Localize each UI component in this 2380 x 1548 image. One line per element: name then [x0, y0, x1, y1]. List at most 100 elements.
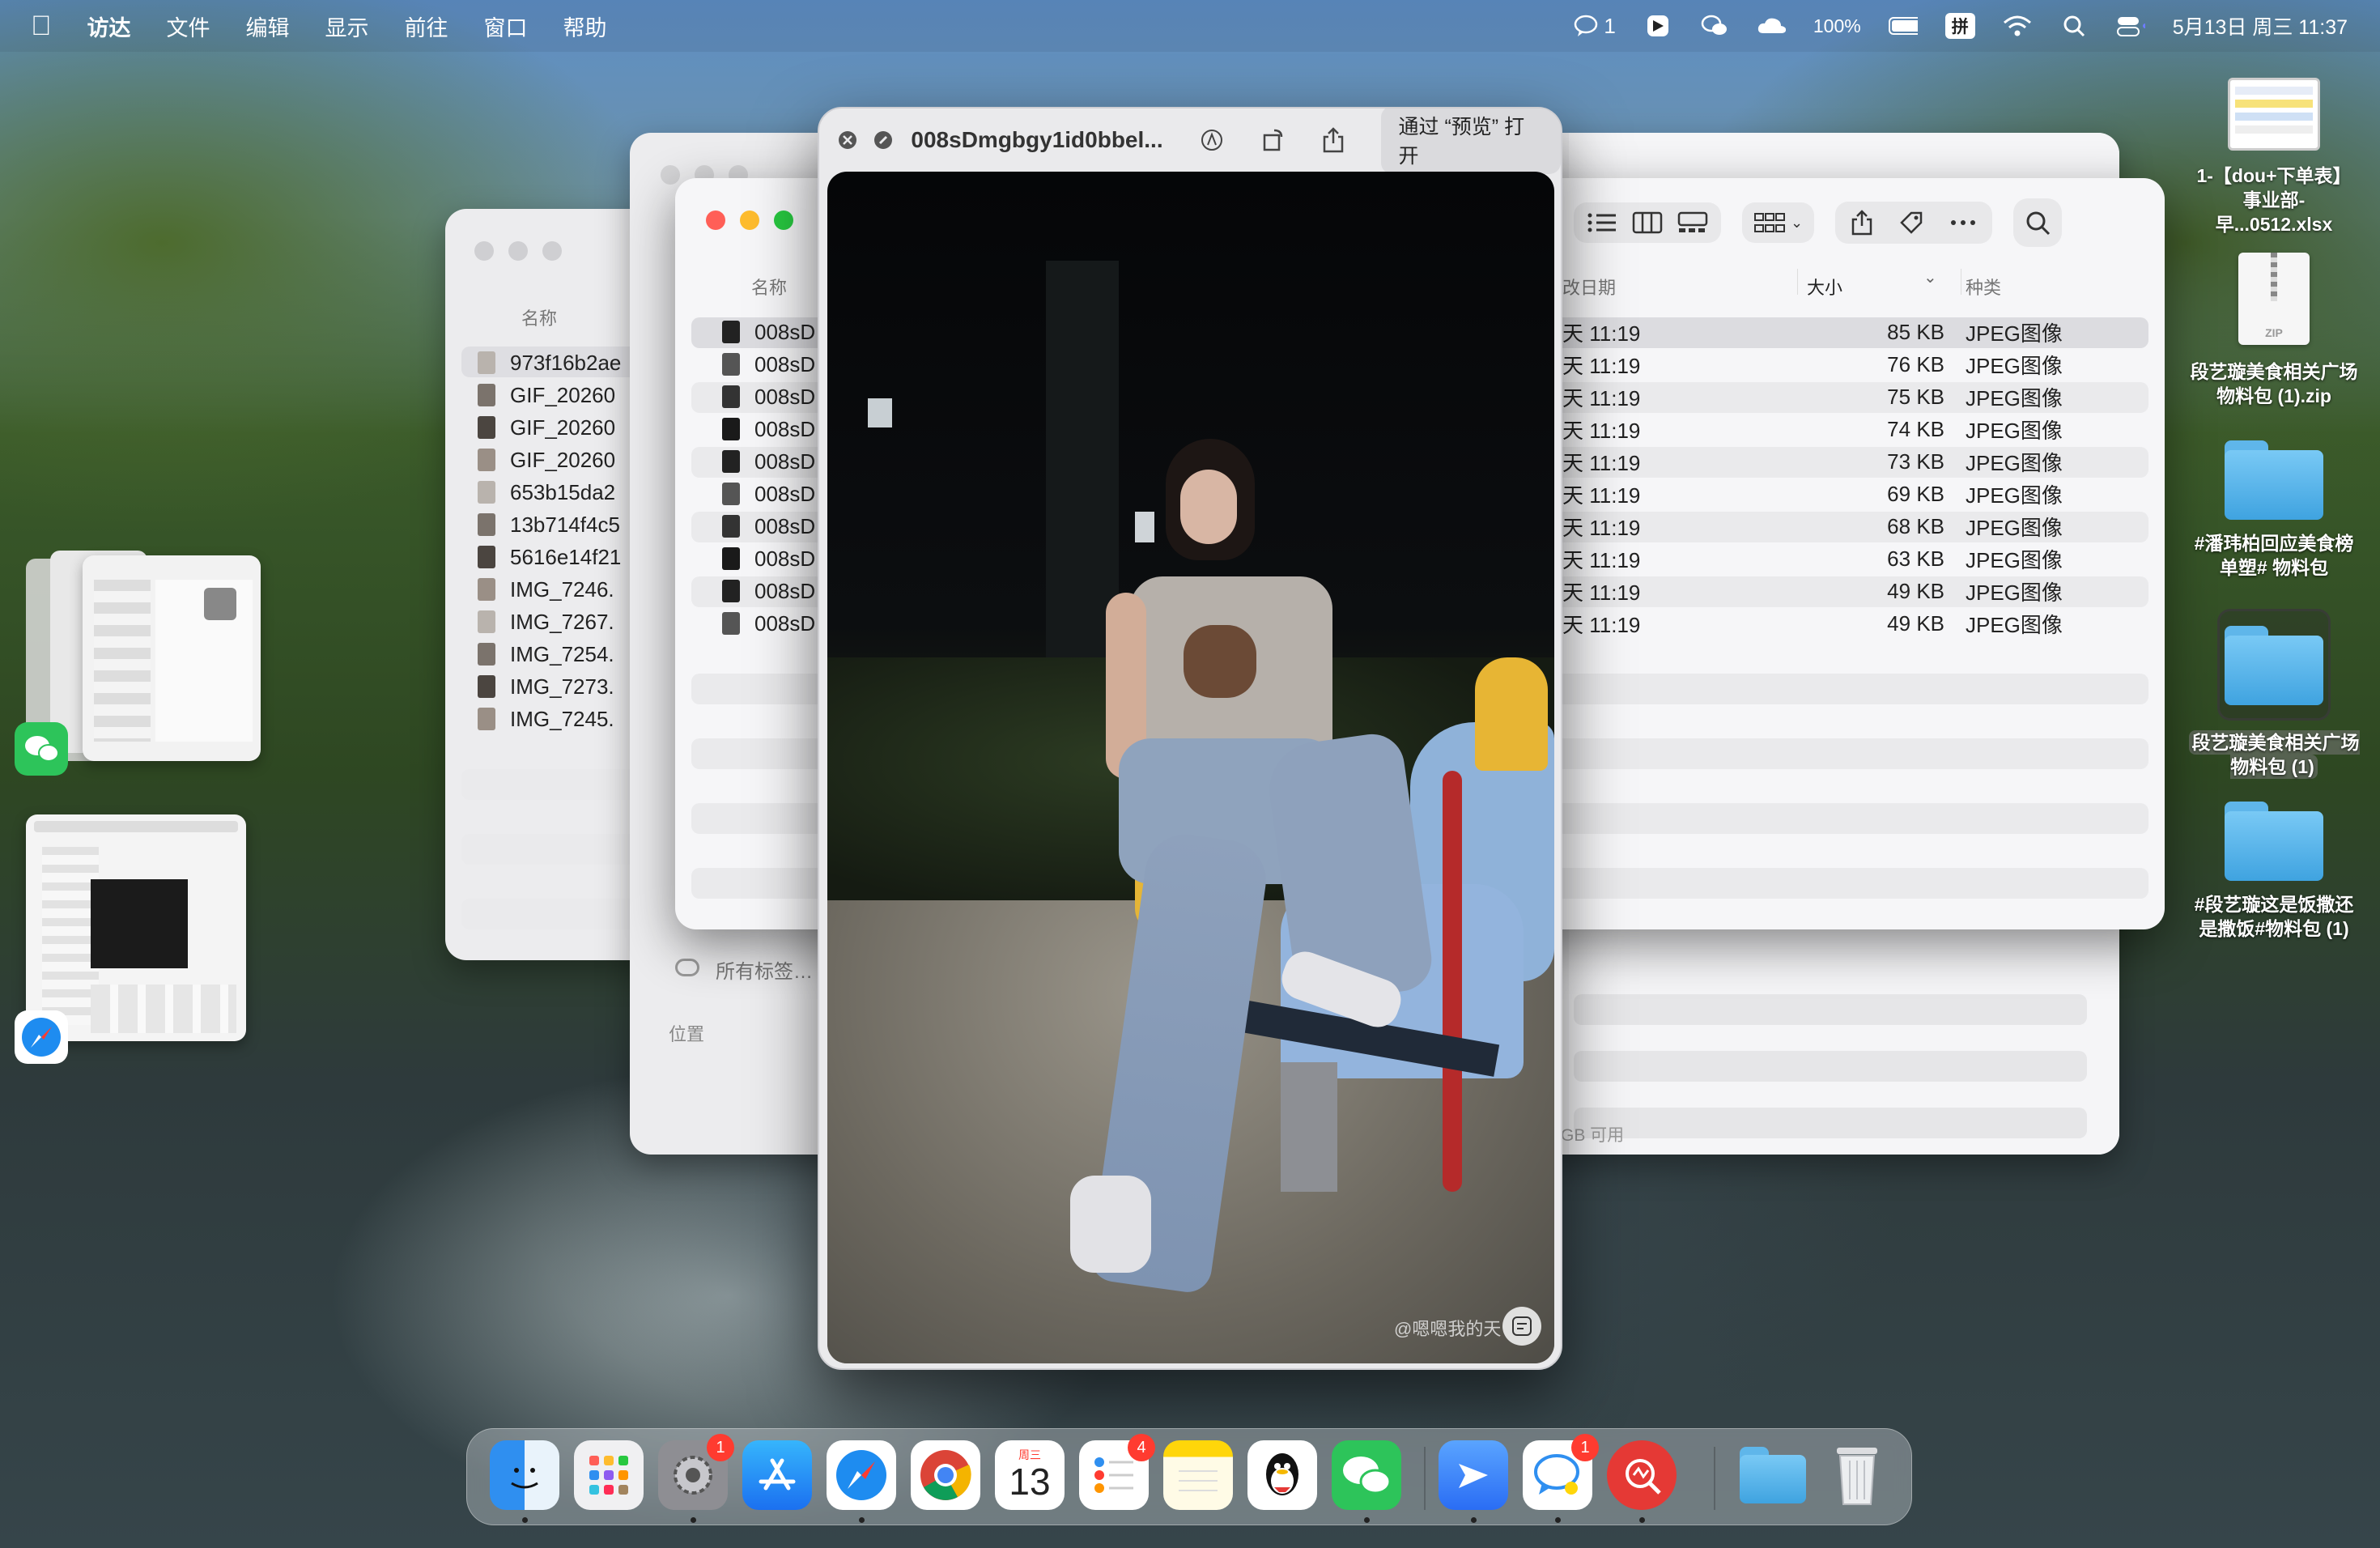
file-row-cell[interactable]: 天 11:19: [1562, 414, 1640, 444]
close-icon[interactable]: [837, 130, 858, 151]
file-row[interactable]: IMG_7245.: [478, 704, 614, 734]
file-row-cell[interactable]: JPEG图像: [1966, 349, 2063, 380]
fullscreen-icon[interactable]: [873, 130, 894, 151]
file-row-cell[interactable]: 008sD: [722, 317, 815, 347]
finder-icon[interactable]: [490, 1440, 559, 1523]
file-row[interactable]: IMG_7254.: [478, 639, 614, 670]
notes-icon[interactable]: [1163, 1440, 1233, 1510]
file-row-cell[interactable]: JPEG图像: [1966, 446, 2063, 477]
menu-view[interactable]: 显示: [325, 11, 369, 42]
file-row-cell[interactable]: 008sD: [722, 478, 815, 509]
app-store-icon[interactable]: [742, 1440, 812, 1510]
file-row[interactable]: GIF_20260: [478, 380, 615, 410]
file-row[interactable]: GIF_20260: [478, 444, 615, 475]
trash-icon[interactable]: [1822, 1440, 1892, 1510]
list-view-icon[interactable]: [1587, 211, 1617, 235]
menu-help[interactable]: 帮助: [563, 11, 607, 42]
chrome-icon[interactable]: [911, 1440, 980, 1510]
file-row-cell[interactable]: 天 11:19: [1562, 543, 1640, 574]
close-button[interactable]: [706, 211, 725, 230]
input-method-indicator[interactable]: 拼: [1944, 13, 1975, 39]
folder-icon[interactable]: [1738, 1440, 1808, 1510]
file-row-cell[interactable]: 69 KB: [1807, 478, 1944, 509]
column-header-kind[interactable]: 种类: [1966, 274, 2001, 300]
file-row-cell[interactable]: 天 11:19: [1562, 446, 1640, 477]
file-row-cell[interactable]: 008sD: [722, 414, 815, 444]
share-icon[interactable]: [1850, 210, 1874, 236]
file-row[interactable]: 973f16b2ae: [478, 347, 621, 378]
chat-status-icon[interactable]: 1: [1573, 14, 1616, 39]
file-row-cell[interactable]: 008sD: [722, 608, 815, 639]
file-row-cell[interactable]: 76 KB: [1807, 349, 1944, 380]
file-row[interactable]: 5616e14f21: [478, 542, 621, 572]
file-row-cell[interactable]: 85 KB: [1807, 317, 1944, 347]
menu-window[interactable]: 窗口: [484, 11, 528, 42]
launchpad-icon[interactable]: [574, 1440, 644, 1510]
tag-icon[interactable]: [1898, 210, 1924, 236]
file-row-cell[interactable]: 49 KB: [1807, 608, 1944, 639]
column-header-name[interactable]: 名称: [751, 274, 787, 300]
live-text-icon[interactable]: [1501, 1305, 1543, 1347]
more-icon[interactable]: [1949, 210, 1978, 236]
control-center-icon[interactable]: [2116, 14, 2145, 38]
messages-icon[interactable]: 1: [1523, 1434, 1599, 1523]
file-row-cell[interactable]: 73 KB: [1807, 446, 1944, 477]
file-row[interactable]: 653b15da2: [478, 477, 615, 508]
menu-go[interactable]: 前往: [405, 11, 448, 42]
stage-thumbnail-safari[interactable]: [26, 814, 246, 1041]
file-row-cell[interactable]: 008sD: [722, 511, 815, 542]
group-by-button[interactable]: ⌄: [1742, 202, 1815, 243]
cloud-status-icon[interactable]: [1757, 14, 1786, 38]
file-row-cell[interactable]: 75 KB: [1807, 381, 1944, 412]
column-header-date[interactable]: 改日期: [1562, 274, 1616, 300]
file-row-cell[interactable]: 天 11:19: [1562, 381, 1640, 412]
file-row-cell[interactable]: 008sD: [722, 446, 815, 477]
file-row-cell[interactable]: 008sD: [722, 381, 815, 412]
column-header-size[interactable]: 大小: [1807, 274, 1842, 300]
file-row[interactable]: GIF_20260: [478, 412, 615, 443]
desktop-icon-zip[interactable]: ZIP 段艺璇美食相关广场物料包 (1).zip: [2189, 253, 2359, 408]
file-row-cell[interactable]: 63 KB: [1807, 543, 1944, 574]
sidebar-all-tags[interactable]: 所有标签…: [716, 955, 813, 984]
file-row-cell[interactable]: 74 KB: [1807, 414, 1944, 444]
apple-icon[interactable]: : [31, 11, 52, 42]
file-row-cell[interactable]: JPEG图像: [1966, 478, 2063, 509]
quicklook-window[interactable]: 008sDmgbgy1id0bbel... 通过 “预览” 打开 @嗯嗯我的天: [818, 107, 1562, 1370]
feishu-icon[interactable]: [1439, 1440, 1508, 1523]
tags-toggle-icon[interactable]: [675, 959, 699, 976]
file-row-cell[interactable]: JPEG图像: [1966, 511, 2063, 542]
menu-edit[interactable]: 编辑: [246, 11, 290, 42]
file-row-cell[interactable]: 天 11:19: [1562, 576, 1640, 606]
file-row-cell[interactable]: JPEG图像: [1966, 414, 2063, 444]
search-icon[interactable]: [2013, 198, 2063, 247]
file-row[interactable]: IMG_7273.: [478, 671, 614, 702]
desktop-icon-xlsx[interactable]: 1-【dou+下单表】事业部-早...0512.xlsx: [2189, 78, 2359, 236]
menu-file[interactable]: 文件: [167, 11, 210, 42]
menu-finder[interactable]: 访达: [87, 11, 131, 42]
wifi-icon[interactable]: [2003, 14, 2032, 38]
file-row-cell[interactable]: 008sD: [722, 543, 815, 574]
file-row-cell[interactable]: JPEG图像: [1966, 608, 2063, 639]
feishu-status-icon[interactable]: [1643, 14, 1672, 38]
file-row-cell[interactable]: 天 11:19: [1562, 608, 1640, 639]
file-row-cell[interactable]: 008sD: [722, 349, 815, 380]
file-row-cell[interactable]: 天 11:19: [1562, 511, 1640, 542]
wechat-app-badge[interactable]: [15, 722, 68, 776]
column-view-icon[interactable]: [1632, 211, 1663, 235]
markup-icon[interactable]: [1199, 127, 1225, 153]
open-with-preview-button[interactable]: 通过 “预览” 打开: [1380, 108, 1561, 174]
system-settings-icon[interactable]: 1: [658, 1434, 734, 1523]
column-header-name[interactable]: 名称: [521, 304, 557, 330]
file-row-cell[interactable]: JPEG图像: [1966, 317, 2063, 347]
file-row[interactable]: 13b714f4c5: [478, 509, 620, 540]
file-row-cell[interactable]: 天 11:19: [1562, 317, 1640, 347]
vpn-icon[interactable]: [1607, 1440, 1677, 1523]
file-row-cell[interactable]: 天 11:19: [1562, 478, 1640, 509]
desktop-icon-folder-2[interactable]: 段艺璇美食相关广场物料包 (1): [2181, 609, 2367, 779]
wechat-icon[interactable]: [1332, 1440, 1401, 1523]
file-row-cell[interactable]: JPEG图像: [1966, 543, 2063, 574]
zoom-button[interactable]: [774, 211, 793, 230]
qq-icon[interactable]: [1247, 1440, 1317, 1510]
safari-icon[interactable]: [827, 1440, 896, 1523]
battery-icon[interactable]: [1888, 14, 1918, 38]
